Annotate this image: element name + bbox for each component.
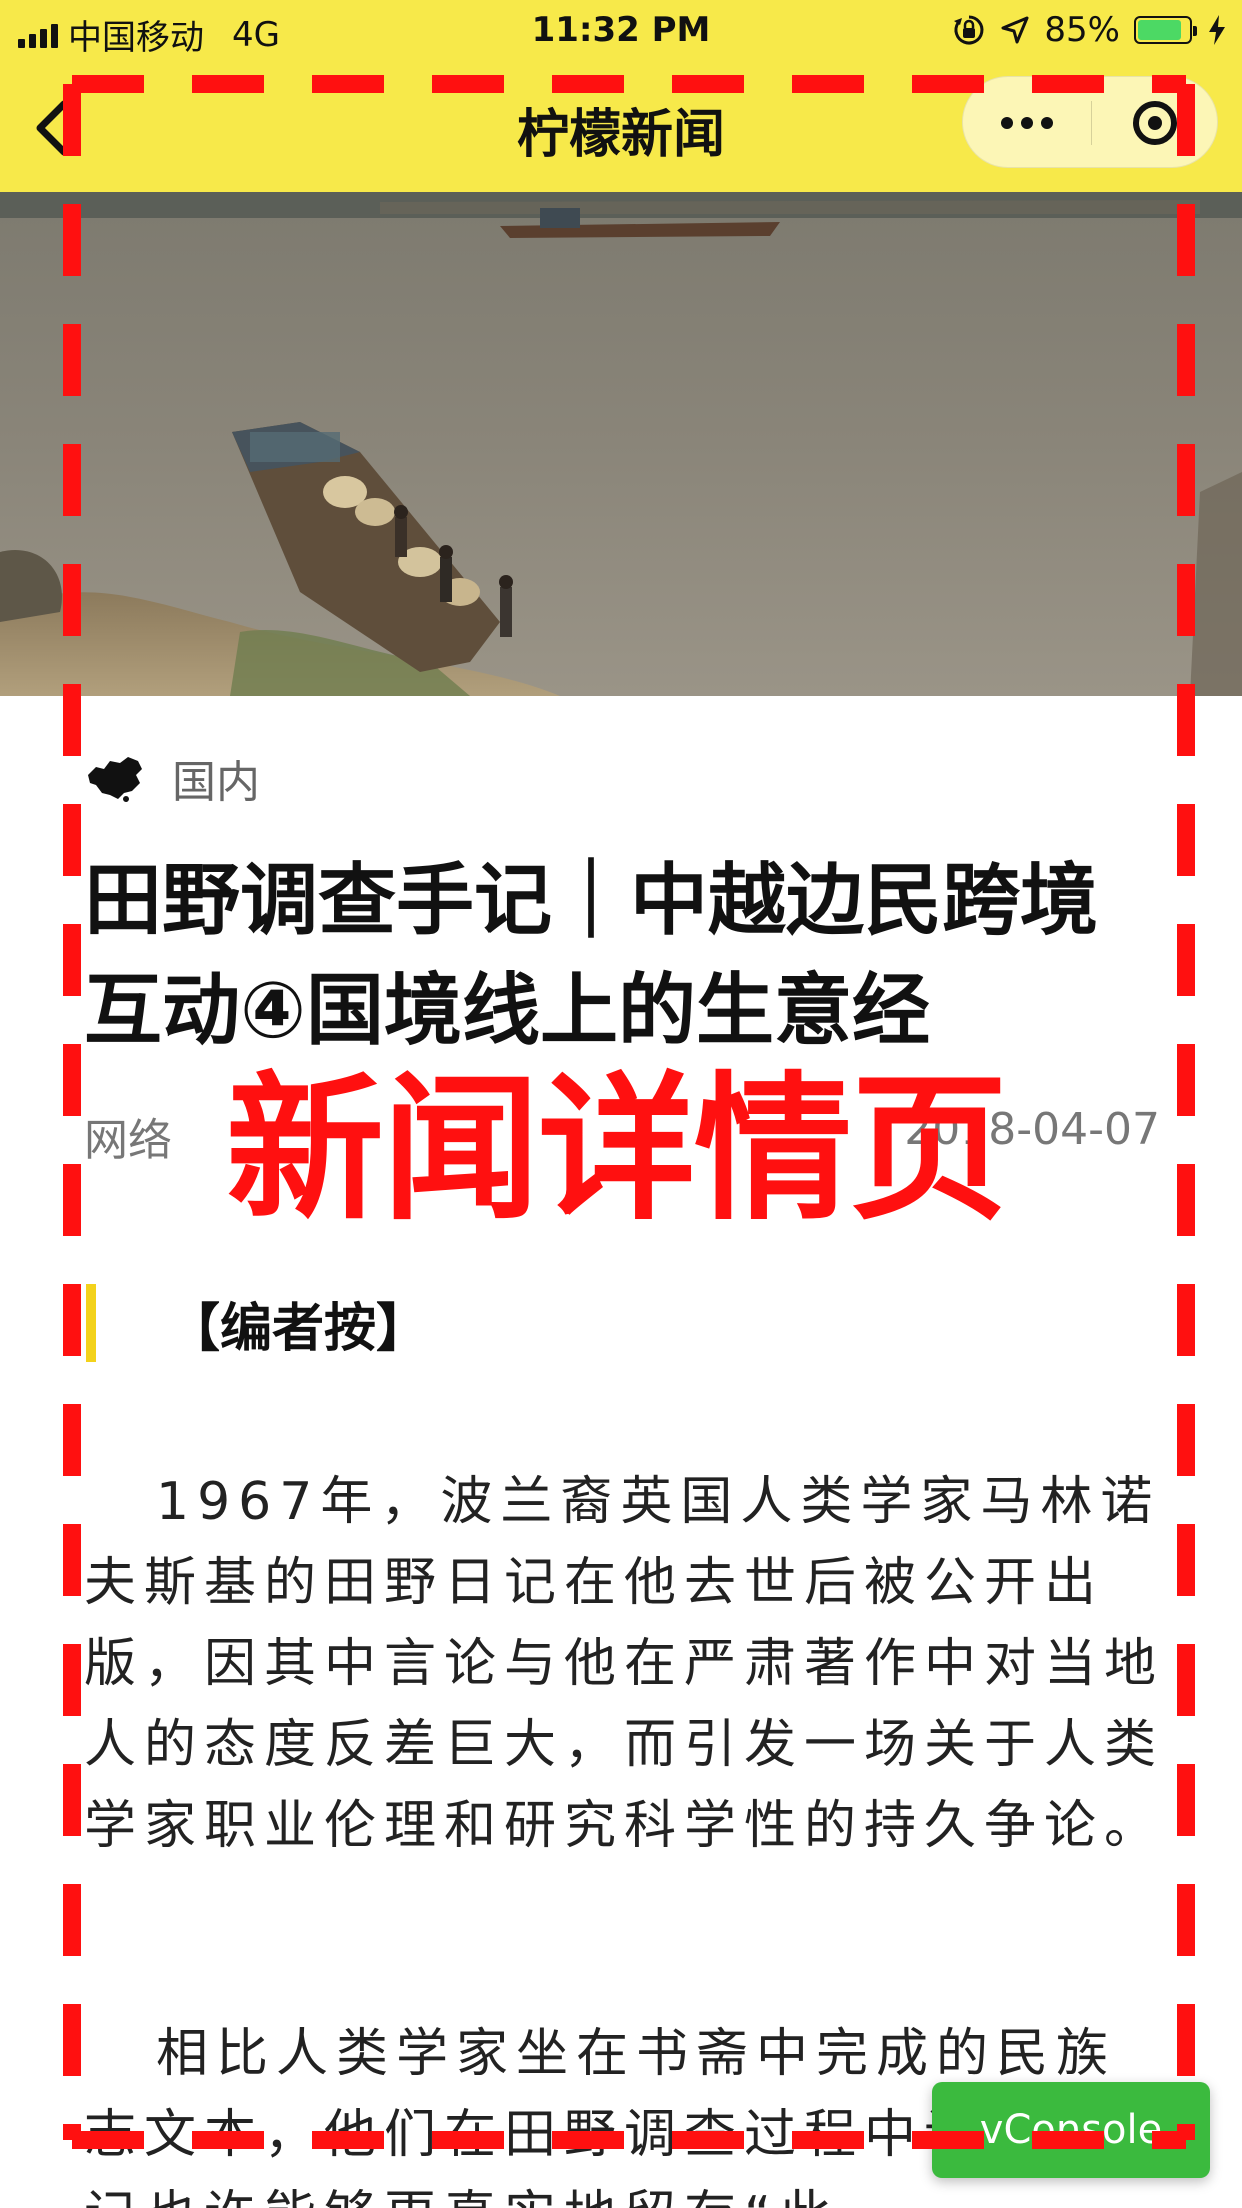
target-circle-icon[interactable] (1091, 77, 1219, 169)
section-heading-text: 【编者按】 (168, 1298, 429, 1359)
news-detail-page: 中国移动 4G 11:32 PM 85% 柠檬新闻 国内 田野调查手记｜中越边民… (0, 0, 1242, 2208)
mini-program-capsule (962, 76, 1218, 168)
nav-bar: 柠檬新闻 (0, 64, 1242, 192)
orientation-lock-icon (954, 15, 984, 45)
battery-icon (1134, 16, 1197, 44)
category-row: 国内 (84, 746, 260, 810)
hero-image (0, 192, 1242, 696)
battery-level (1138, 20, 1181, 40)
annotation-label: 新闻详情页 (226, 1058, 1008, 1242)
header: 中国移动 4G 11:32 PM 85% 柠檬新闻 (0, 0, 1242, 192)
category-label: 国内 (172, 757, 260, 808)
more-dots-icon[interactable] (963, 77, 1091, 169)
article-title: 田野调查手记｜中越边民跨境互动④国境线上的生意经 (84, 856, 1099, 1056)
section-heading: 【编者按】 (86, 1284, 428, 1362)
article-source: 网络 (84, 1115, 172, 1166)
china-map-icon (88, 757, 142, 802)
location-icon (1001, 16, 1029, 44)
charging-icon (1209, 15, 1225, 45)
status-right: 85% (952, 10, 1228, 50)
vconsole-button[interactable]: vConsole (932, 2082, 1210, 2178)
status-bar: 中国移动 4G 11:32 PM 85% (0, 0, 1242, 60)
article-paragraph: 1967年，波兰裔英国人类学家马林诺夫斯基的田野日记在他去世后被公开出版，因其中… (84, 1472, 1165, 1856)
battery-percent: 85% (1044, 10, 1120, 50)
